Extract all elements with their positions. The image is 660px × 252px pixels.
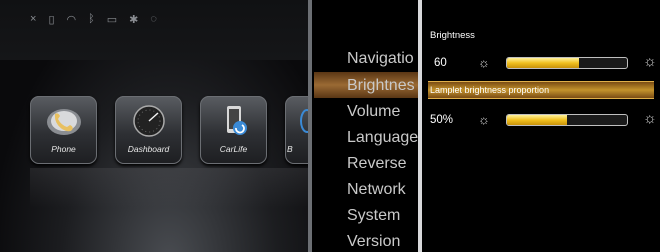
sun-bright-icon[interactable]: ☼ [643,111,657,126]
phone-icon [30,104,97,138]
menu-item-language[interactable]: Language [347,129,418,147]
app-phone[interactable]: Phone [30,96,97,164]
nosignal-icon: ◌ [150,13,157,25]
close-icon[interactable]: × [30,13,36,25]
menu-item-network[interactable]: Network [347,181,406,199]
panel-title: Brightness [430,30,475,41]
app-label: CarLife [219,144,248,154]
carlife-icon [200,104,267,138]
menu-item-volume[interactable]: Volume [347,103,400,121]
lamplet-label: Lamplet brightness proportion [430,85,550,95]
app-carlife[interactable]: CarLife [200,96,267,164]
brightness-panel: Brightness 60 ☼ ☼ Lamplet brightness pro… [422,0,660,252]
sun-dim-icon[interactable]: ☼ [478,113,490,126]
menu-item-brightness[interactable]: Brightnes [347,77,415,95]
brightness-slider-fill [507,58,579,68]
menu-item-system[interactable]: System [347,207,400,225]
lamplet-row-highlight: Lamplet brightness proportion [428,81,654,99]
app-label: Dashboard [127,144,170,154]
signal-icon: ▯ [48,13,55,26]
app-label: Phone [51,144,76,154]
bluetooth-icon: ᛒ [88,13,95,25]
menu-item-version[interactable]: Version [347,233,400,251]
app-browser[interactable]: B [285,96,308,164]
settings-menu: Navigatio Brightnes Volume Language Reve… [312,0,418,252]
browser-icon [285,104,308,138]
dock-reflection [30,168,308,208]
status-bar: × ▯ ◠ ᛒ ▭ ✱ ◌ [30,12,157,26]
menu-item-reverse[interactable]: Reverse [347,155,407,173]
app-label: B [287,144,293,154]
sun-bright-icon[interactable]: ☼ [643,54,657,69]
app-dashboard[interactable]: Dashboard [115,96,182,164]
wifi-icon: ◠ [66,13,77,26]
home-screen: × ▯ ◠ ᛒ ▭ ✱ ◌ Phone Dashboard CarLife B [0,0,308,252]
gauge-icon [115,104,182,138]
brightness-value: 60 [434,57,447,69]
lamplet-slider[interactable] [506,114,628,126]
lamplet-value: 50% [430,114,454,126]
menu-item-navigation[interactable]: Navigatio [347,50,414,68]
usb-icon: ✱ [129,13,139,26]
sdcard-icon: ▭ [106,13,118,26]
lamplet-slider-fill [507,115,567,125]
brightness-slider[interactable] [506,57,628,69]
sun-dim-icon[interactable]: ☼ [478,56,490,69]
